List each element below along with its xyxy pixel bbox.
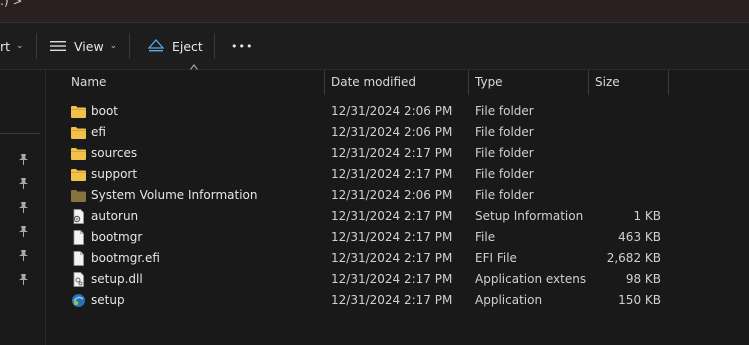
breadcrumb[interactable]: :) > — [0, 0, 23, 8]
file-row[interactable]: bootmgr 12/31/2024 2:17 PM File 463 KB — [46, 227, 668, 248]
file-date-modified: 12/31/2024 2:17 PM — [331, 146, 453, 160]
folder-icon — [70, 125, 87, 140]
file-row[interactable]: sources 12/31/2024 2:17 PM File folder — [46, 143, 668, 164]
file-name: setup.dll — [91, 272, 143, 286]
list-view-icon — [50, 41, 66, 51]
file-list: Name Date modified Type Size boot 12/31/2… — [46, 64, 749, 345]
file-row[interactable]: boot 12/31/2024 2:06 PM File folder — [46, 101, 668, 122]
file-type: Application — [475, 293, 543, 307]
folder-dim-icon — [70, 188, 87, 203]
more-icon: ••• — [231, 39, 254, 53]
file-name: autorun — [91, 209, 139, 223]
setup-info-icon — [70, 209, 87, 224]
pin-icon[interactable] — [18, 153, 29, 165]
file-date-modified: 12/31/2024 2:06 PM — [331, 104, 453, 118]
chevron-down-icon: ⌄ — [16, 41, 24, 51]
file-row[interactable]: setup 12/31/2024 2:17 PM Application 150 KB — [46, 290, 668, 311]
file-date-modified: 12/31/2024 2:17 PM — [331, 230, 453, 244]
column-name[interactable]: Name — [71, 70, 106, 95]
folder-icon — [70, 104, 87, 119]
file-size: 98 KB — [625, 272, 661, 286]
file-name: bootmgr.efi — [91, 251, 160, 265]
file-row[interactable]: autorun 12/31/2024 2:17 PM Setup Informati… — [46, 206, 668, 227]
file-type: EFI File — [475, 251, 517, 265]
pin-icon[interactable] — [18, 201, 29, 213]
column-date-modified[interactable]: Date modified — [331, 70, 416, 95]
column-size[interactable]: Size — [595, 70, 620, 95]
folder-icon — [70, 146, 87, 161]
pin-icon[interactable] — [18, 225, 29, 237]
column-type[interactable]: Type — [475, 70, 503, 95]
file-type: Application extens... — [475, 272, 587, 286]
column-header-row: Name Date modified Type Size — [46, 64, 749, 95]
dll-icon — [70, 272, 87, 287]
file-type: File folder — [475, 125, 534, 139]
file-row[interactable]: bootmgr.efi 12/31/2024 2:17 PM EFI File 2,6… — [46, 248, 668, 269]
toolbar-divider — [129, 33, 130, 59]
file-name: setup — [91, 293, 125, 307]
file-date-modified: 12/31/2024 2:06 PM — [331, 125, 453, 139]
file-date-modified: 12/31/2024 2:17 PM — [331, 272, 453, 286]
eject-icon — [148, 39, 164, 52]
file-name: efi — [91, 125, 106, 139]
file-date-modified: 12/31/2024 2:06 PM — [331, 188, 453, 202]
file-row[interactable]: efi 12/31/2024 2:06 PM File folder — [46, 122, 668, 143]
file-size: 150 KB — [618, 293, 661, 307]
column-divider[interactable] — [468, 70, 469, 95]
view-button[interactable]: View ⌄ — [50, 23, 117, 69]
file-size: 1 KB — [633, 209, 661, 223]
file-icon — [70, 251, 87, 266]
toolbar-divider — [214, 33, 215, 59]
eject-button[interactable]: Eject — [148, 23, 203, 69]
nav-divider — [0, 133, 40, 134]
column-divider[interactable] — [324, 70, 325, 95]
file-size: 2,682 KB — [606, 251, 661, 265]
file-type: File — [475, 230, 496, 244]
pin-icon[interactable] — [18, 273, 29, 285]
eject-label: Eject — [172, 38, 203, 54]
file-size: 463 KB — [618, 230, 661, 244]
file-type: File folder — [475, 104, 534, 118]
file-icon — [70, 230, 87, 245]
file-type: File folder — [475, 146, 534, 160]
file-row[interactable]: System Volume Information 12/31/2024 2:06… — [46, 185, 668, 206]
more-options-button[interactable]: ••• — [231, 23, 253, 69]
folder-icon — [70, 167, 87, 182]
view-label: View — [74, 38, 104, 54]
pin-icon[interactable] — [18, 177, 29, 189]
navigation-pane — [0, 70, 46, 345]
column-divider[interactable] — [668, 70, 669, 95]
sort-ascending-icon — [190, 64, 198, 70]
toolbar-divider — [36, 33, 37, 59]
file-name: sources — [91, 146, 138, 160]
file-date-modified: 12/31/2024 2:17 PM — [331, 293, 453, 307]
app-icon — [70, 293, 87, 308]
file-name: boot — [91, 104, 119, 118]
file-type: File folder — [475, 188, 534, 202]
column-divider[interactable] — [588, 70, 589, 95]
sort-label: rt — [0, 38, 11, 54]
chevron-down-icon: ⌄ — [109, 41, 118, 51]
pin-icon[interactable] — [18, 249, 29, 261]
file-date-modified: 12/31/2024 2:17 PM — [331, 209, 453, 223]
file-name: System Volume Information — [91, 188, 258, 202]
command-bar: rt ⌄ View ⌄ Eject ••• — [0, 23, 749, 70]
file-type: Setup Information — [475, 209, 584, 223]
file-type: File folder — [475, 167, 534, 181]
file-row[interactable]: setup.dll 12/31/2024 2:17 PM Application e… — [46, 269, 668, 290]
file-row[interactable]: support 12/31/2024 2:17 PM File folder — [46, 164, 668, 185]
file-name: bootmgr — [91, 230, 143, 244]
file-date-modified: 12/31/2024 2:17 PM — [331, 251, 453, 265]
file-date-modified: 12/31/2024 2:17 PM — [331, 167, 453, 181]
file-name: support — [91, 167, 138, 181]
sort-button[interactable]: rt ⌄ — [0, 23, 24, 69]
title-bar: :) > — [0, 0, 749, 23]
